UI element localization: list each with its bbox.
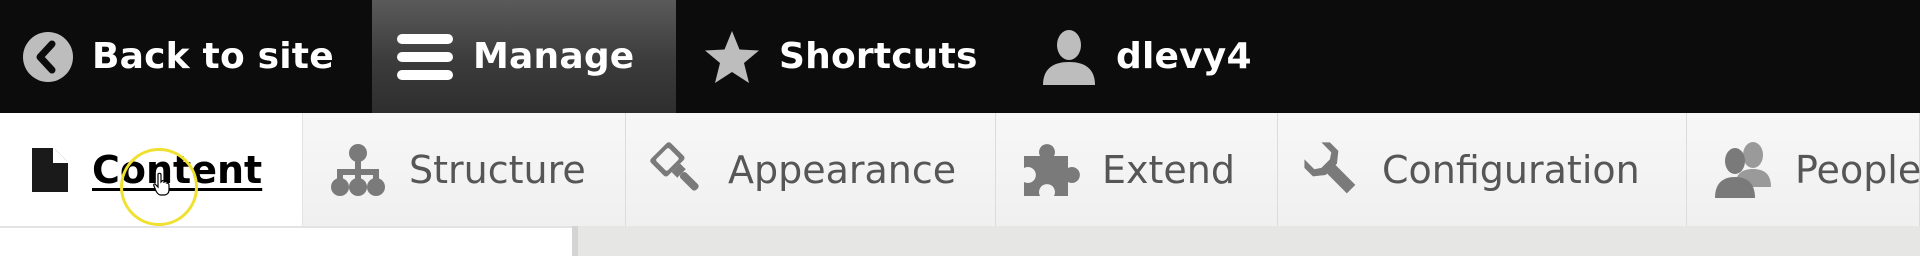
admin-menu-tray: Content Structure Appearance Extend Conf…: [0, 113, 1920, 226]
tray-item-appearance[interactable]: Appearance: [626, 113, 996, 226]
star-icon: [703, 29, 761, 85]
manage-tab[interactable]: Manage: [372, 0, 676, 113]
paintbrush-icon: [650, 141, 706, 199]
tray-item-configuration[interactable]: Configuration: [1278, 113, 1687, 226]
shortcuts-label: Shortcuts: [779, 36, 978, 77]
person-icon: [1040, 28, 1098, 86]
hierarchy-icon: [329, 143, 387, 197]
tray-label-content: Content: [92, 147, 263, 192]
tray-label-people: People: [1795, 147, 1920, 192]
people-icon: [1713, 141, 1773, 199]
manage-label: Manage: [473, 36, 635, 77]
tray-item-people[interactable]: People: [1687, 113, 1920, 226]
username-label: dlevy4: [1116, 36, 1252, 77]
user-account-tab[interactable]: dlevy4: [1014, 0, 1314, 113]
wrench-icon: [1304, 141, 1360, 199]
document-icon: [30, 146, 70, 194]
admin-toolbar: Back to site Manage Shortcuts dlevy4: [0, 0, 1920, 113]
tray-label-structure: Structure: [409, 147, 586, 192]
hamburger-menu-icon: [395, 31, 455, 83]
tray-item-structure[interactable]: Structure: [303, 113, 626, 226]
tray-item-extend[interactable]: Extend: [996, 113, 1278, 226]
shortcuts-tab[interactable]: Shortcuts: [676, 0, 1014, 113]
tray-label-appearance: Appearance: [728, 147, 957, 192]
page-content-area: [572, 226, 1920, 256]
page-sidebar-area: [0, 226, 572, 256]
tray-item-content[interactable]: Content: [0, 113, 303, 226]
chevron-left-circle-icon: [22, 31, 74, 83]
tray-label-extend: Extend: [1102, 147, 1235, 192]
back-to-site-label: Back to site: [92, 36, 334, 77]
back-to-site-link[interactable]: Back to site: [0, 0, 372, 113]
puzzle-piece-icon: [1022, 142, 1080, 198]
tray-label-configuration: Configuration: [1382, 147, 1640, 192]
